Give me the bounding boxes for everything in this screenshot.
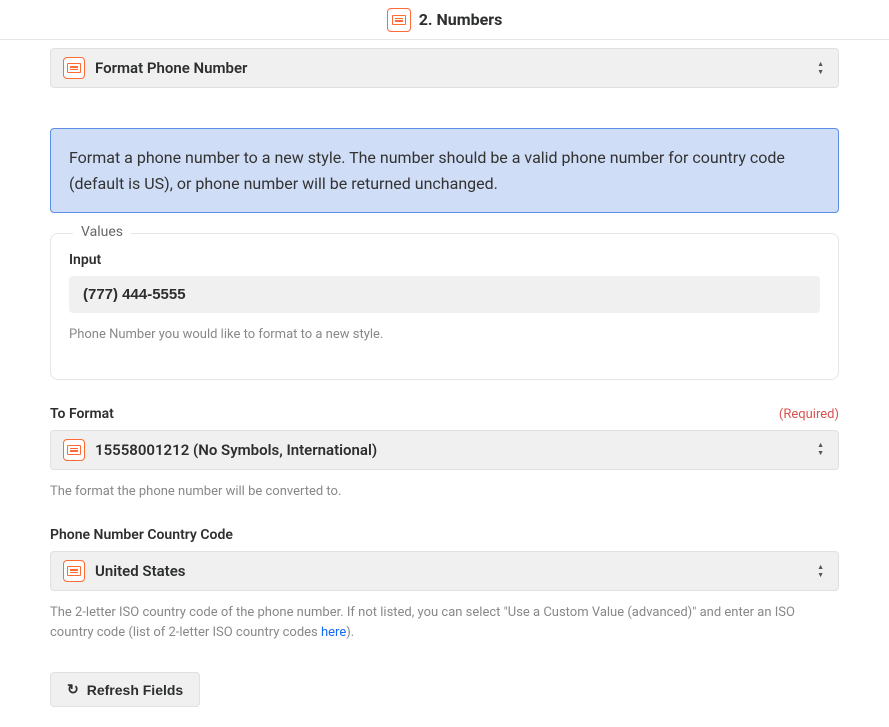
- iso-codes-link[interactable]: here: [321, 625, 346, 640]
- values-legend: Values: [73, 224, 131, 240]
- action-select-label: Format Phone Number: [95, 59, 826, 77]
- country-code-select[interactable]: United States ▲▼: [50, 551, 839, 591]
- action-select[interactable]: Format Phone Number ▲▼: [50, 48, 839, 88]
- sort-arrows-icon: ▲▼: [817, 442, 824, 457]
- country-code-hint: The 2-letter ISO country code of the pho…: [50, 603, 839, 642]
- refresh-button-label: Refresh Fields: [87, 682, 183, 698]
- to-format-section: To Format (Required) 15558001212 (No Sym…: [50, 406, 839, 502]
- to-format-select[interactable]: 15558001212 (No Symbols, International) …: [50, 430, 839, 470]
- to-format-hint: The format the phone number will be conv…: [50, 482, 839, 502]
- to-format-value: 15558001212 (No Symbols, International): [95, 441, 826, 459]
- formatter-icon: [387, 8, 411, 32]
- formatter-icon: [63, 439, 85, 461]
- sort-arrows-icon: ▲▼: [817, 564, 824, 579]
- input-label: Input: [69, 252, 820, 268]
- values-fieldset: Values Input Phone Number you would like…: [50, 233, 839, 380]
- input-field[interactable]: [69, 276, 820, 313]
- country-code-value: United States: [95, 562, 826, 580]
- to-format-label: To Format: [50, 406, 114, 422]
- country-code-section: Phone Number Country Code United States …: [50, 527, 839, 642]
- country-code-label: Phone Number Country Code: [50, 527, 839, 543]
- description-box: Format a phone number to a new style. Th…: [50, 128, 839, 213]
- input-hint: Phone Number you would like to format to…: [69, 325, 820, 345]
- formatter-icon: [63, 560, 85, 582]
- step-header: 2. Numbers: [0, 0, 889, 40]
- sort-arrows-icon: ▲▼: [817, 61, 824, 76]
- required-tag: (Required): [779, 407, 839, 422]
- refresh-fields-button[interactable]: ↻ Refresh Fields: [50, 672, 200, 707]
- formatter-icon: [63, 57, 85, 79]
- refresh-icon: ↻: [67, 681, 79, 698]
- step-title: 2. Numbers: [419, 10, 503, 29]
